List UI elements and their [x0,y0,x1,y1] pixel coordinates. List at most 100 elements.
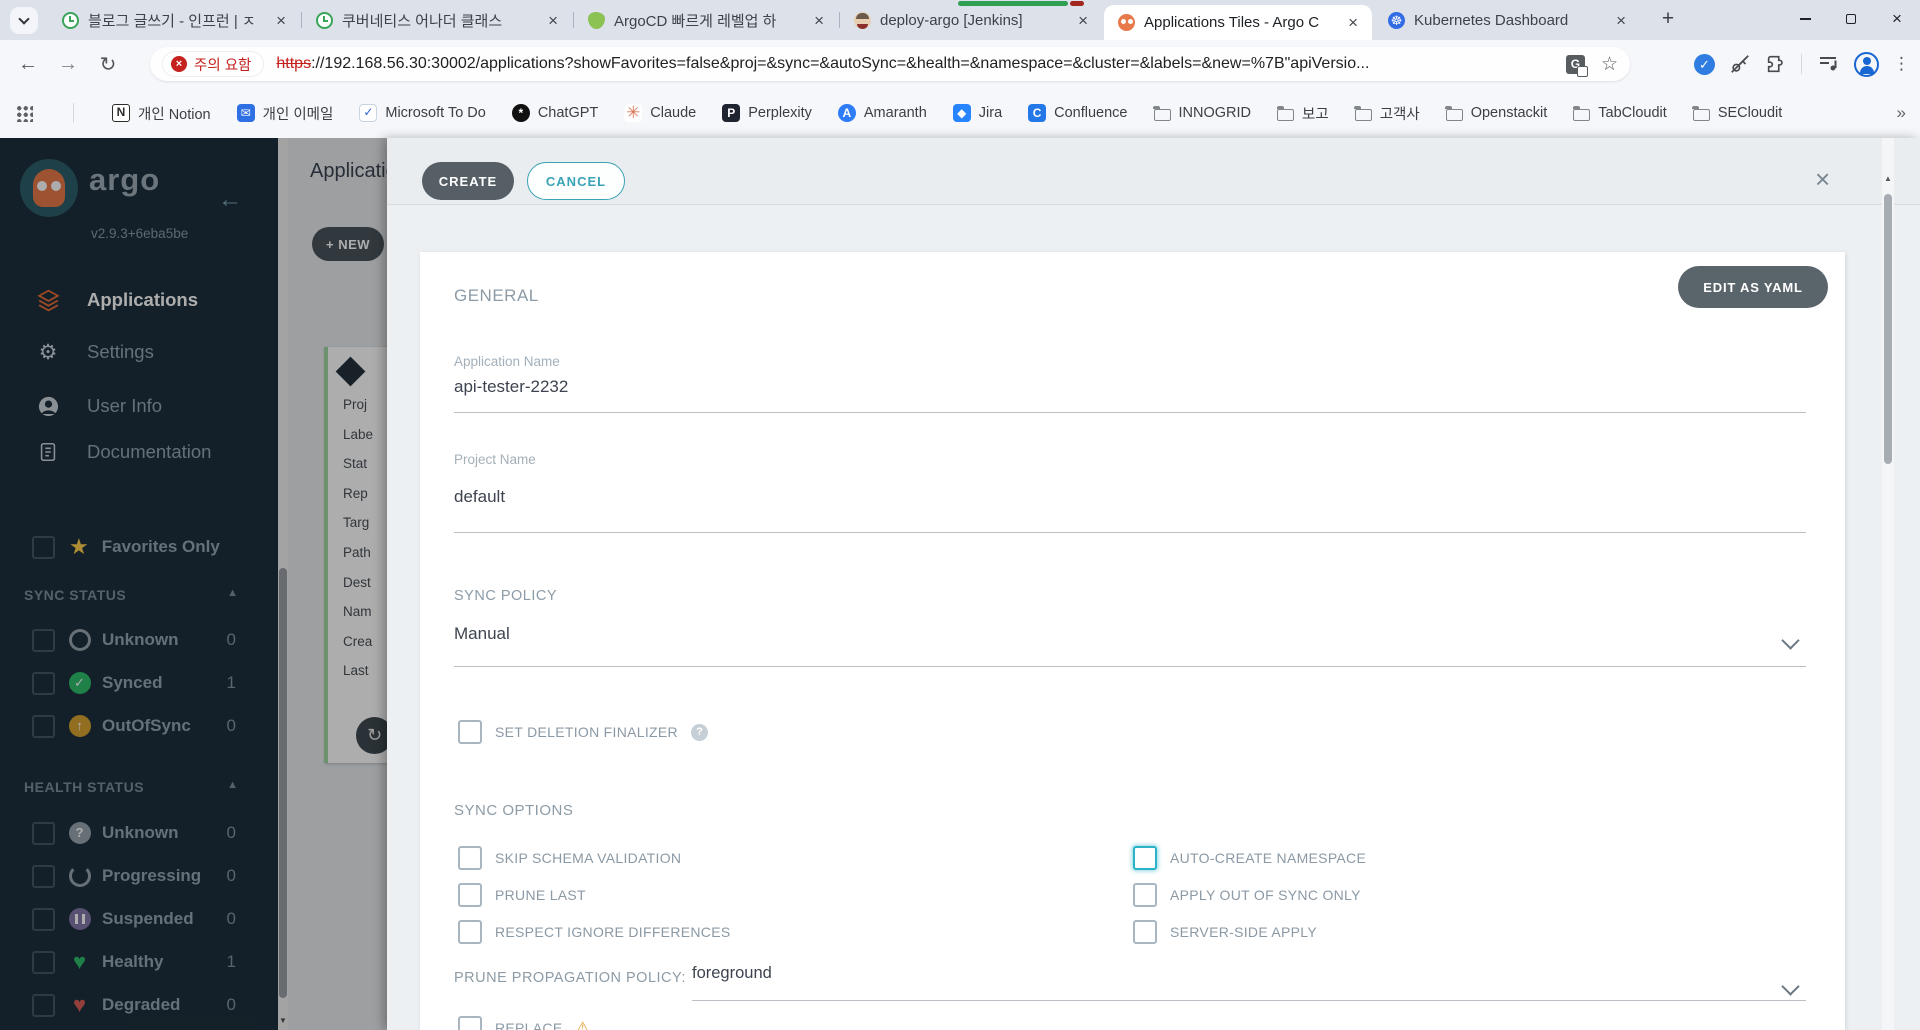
option-server-side-apply[interactable]: SERVER-SIDE APPLY [1133,920,1317,944]
option-auto-create-namespace[interactable]: AUTO-CREATE NAMESPACE [1133,846,1366,870]
bookmark-folder-openstackit[interactable]: Openstackit [1445,105,1547,121]
prune-propagation-select[interactable]: foreground [692,964,772,983]
bookmark-folder-innogrid[interactable]: INNOGRID [1153,105,1251,121]
bookmark-label: Microsoft To Do [385,105,486,121]
url-text[interactable]: https://192.168.56.30:30002/applications… [276,55,1558,73]
prune-propagation-label: PRUNE PROPAGATION POLICY: [454,970,686,986]
back-button[interactable]: ← [12,48,44,80]
minimize-button[interactable] [1782,0,1828,38]
tab-close-icon[interactable]: × [1344,14,1362,31]
checkbox-focused[interactable] [1133,846,1157,870]
folder-icon [1354,105,1372,121]
tab-search-button[interactable] [10,7,38,34]
tab-title: ArgoCD 빠르게 레벨업 하 [614,12,777,30]
application-name-input[interactable] [454,372,1806,402]
maximize-button[interactable] [1828,0,1874,38]
claude-icon: ✳ [624,103,643,122]
set-deletion-finalizer-option[interactable]: SET DELETION FINALIZER ? [458,720,708,744]
panel-scrollbar[interactable]: ▲ [1882,138,1894,1030]
option-label: AUTO-CREATE NAMESPACE [1170,850,1367,866]
bookmark-folder-bogo[interactable]: 보고 [1276,103,1329,124]
info-icon[interactable]: ? [690,723,708,741]
omnibox[interactable]: × 주의 요함 https://192.168.56.30:30002/appl… [150,47,1630,81]
browser-tab-4[interactable]: deploy-argo [Jenkins] × [840,0,1102,40]
bookmark-folder-secloudit[interactable]: SECloudit [1692,105,1782,121]
option-prune-last[interactable]: PRUNE LAST [458,883,586,907]
kubernetes-icon: ☸ [1388,11,1405,29]
bookmark-label: 고객사 [1379,106,1420,123]
create-button[interactable]: CREATE [422,162,514,200]
tab-close-icon[interactable]: × [810,12,828,29]
browser-tab-3[interactable]: ArgoCD 빠르게 레벨업 하 × [574,0,838,40]
bookmark-confluence[interactable]: C Confluence [1028,104,1128,122]
toolbar-divider [1801,54,1802,74]
chevron-down-icon[interactable] [1781,977,1800,996]
browser-tab-1[interactable]: 블로그 글쓰기 - 인프런 | ㅈ × [48,0,300,40]
browser-tab-2[interactable]: 쿠버네티스 어나더 클래스 × [302,0,572,40]
apps-grid-icon[interactable] [16,104,33,122]
bookmarks-divider [73,103,74,123]
bookmark-notion[interactable]: N 개인 Notion [112,103,211,124]
bookmark-label: 개인 Notion [138,106,211,123]
tab-close-icon[interactable]: × [1612,12,1630,29]
bookmark-perplexity[interactable]: P Perplexity [722,104,812,122]
forward-button[interactable]: → [52,48,84,80]
field-underline [454,532,1806,533]
bookmark-chatgpt[interactable]: * ChatGPT [511,104,598,122]
option-apply-out-of-sync-only[interactable]: APPLY OUT OF SYNC ONLY [1133,883,1361,907]
cancel-button[interactable]: CANCEL [527,162,625,200]
panel-close-icon[interactable]: × [1815,164,1830,195]
browser-tab-active[interactable]: Applications Tiles - Argo C × [1104,5,1372,40]
profile-avatar-icon[interactable] [1854,51,1879,77]
translate-icon[interactable]: G [1565,54,1588,77]
window-close-button[interactable]: × [1874,0,1920,38]
checkbox[interactable] [1133,920,1157,944]
url-scheme: https [276,55,312,72]
project-name-input[interactable] [454,482,1806,512]
extension-check-icon[interactable]: ✓ [1694,53,1715,75]
site-security-badge[interactable]: × 주의 요함 [162,51,265,77]
edit-as-yaml-button[interactable]: EDIT AS YAML [1678,266,1828,308]
new-application-panel: CREATE CANCEL × EDIT AS YAML GENERAL App… [387,138,1920,1030]
bookmark-folder-customer[interactable]: 고객사 [1354,103,1420,124]
checkbox[interactable] [458,883,482,907]
checkbox[interactable] [458,1016,482,1030]
checkbox[interactable] [458,846,482,870]
tab-group-indicator-green [958,1,1068,6]
bookmark-claude[interactable]: ✳ Claude [624,104,696,122]
option-respect-ignore-differences[interactable]: RESPECT IGNORE DIFFERENCES [458,920,730,944]
option-replace[interactable]: REPLACE ⚠ [458,1016,590,1030]
tab-close-icon[interactable]: × [272,12,290,29]
password-key-icon[interactable] [1729,53,1751,75]
reload-button[interactable]: ↻ [92,48,124,80]
sync-policy-select[interactable]: Manual [454,624,510,644]
browser-tab-6[interactable]: ☸ Kubernetes Dashboard × [1374,0,1640,40]
media-controls-icon[interactable] [1816,52,1840,76]
extensions-puzzle-icon[interactable] [1765,53,1787,75]
bookmark-amaranth[interactable]: A Amaranth [837,104,927,122]
tab-close-icon[interactable]: × [544,12,562,29]
scrollbar-up-arrow[interactable]: ▲ [1882,174,1894,183]
bookmark-todo[interactable]: ✓ Microsoft To Do [359,104,486,122]
option-skip-schema-validation[interactable]: SKIP SCHEMA VALIDATION [458,846,681,870]
bookmarks-overflow-icon[interactable]: » [1897,103,1906,123]
chevron-down-icon[interactable] [1781,631,1800,650]
bookmark-star-icon[interactable]: ☆ [1601,53,1618,76]
warning-badge-icon: × [171,56,187,72]
new-tab-button[interactable]: + [1654,6,1682,34]
field-underline [454,666,1806,667]
menu-kebab-icon[interactable]: ⋮ [1893,54,1910,74]
checkbox[interactable] [458,920,482,944]
checkbox[interactable] [1133,883,1157,907]
checkbox[interactable] [458,720,482,744]
bookmark-mail[interactable]: ✉ 개인 이메일 [236,103,333,124]
bookmark-jira[interactable]: ◆ Jira [952,104,1002,122]
sync-policy-label: SYNC POLICY [454,588,557,604]
field-underline [692,1000,1806,1001]
bookmark-folder-tabcloudit[interactable]: TabCloudit [1572,105,1667,121]
option-label: SET DELETION FINALIZER [495,724,678,740]
url-rest: ://192.168.56.30:30002/applications?show… [311,55,1370,72]
tab-close-icon[interactable]: × [1074,12,1092,29]
tab-title: 쿠버네티스 어나더 클래스 [342,12,503,30]
scrollbar-thumb[interactable] [1884,194,1892,464]
